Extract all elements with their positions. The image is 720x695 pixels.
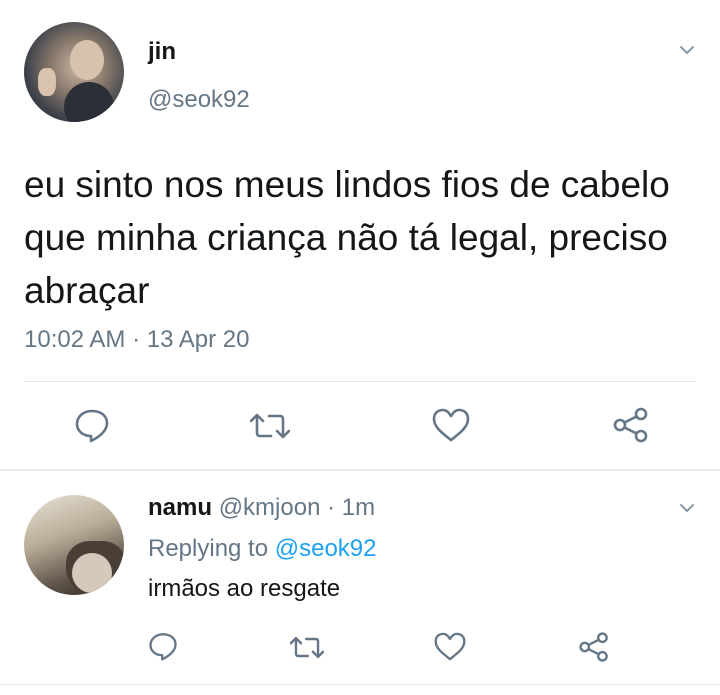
replying-mention[interactable]: @seok92 (275, 535, 377, 562)
reply-time: · 1m (327, 494, 376, 521)
share-icon (579, 632, 608, 662)
replying-prefix: Replying to (148, 535, 269, 562)
display-name[interactable]: jin (148, 38, 176, 66)
heart-icon (432, 408, 470, 442)
reply-button[interactable] (74, 407, 110, 443)
share-icon (613, 407, 648, 443)
tweet-text: eu sinto nos meus lindos fios de cabelo … (24, 164, 670, 311)
divider (24, 381, 696, 382)
avatar[interactable] (24, 22, 124, 122)
reply-avatar[interactable] (24, 495, 124, 595)
replying-to: Replying to @seok92 (148, 535, 377, 563)
reply-text: irmãos ao resgate (148, 575, 341, 602)
tweet-timestamp[interactable]: 10:02 AM · 13 Apr 20 (24, 326, 249, 354)
reply-display-name[interactable]: namu (148, 494, 212, 521)
retweet-icon (290, 636, 324, 659)
reply-like-button[interactable] (434, 632, 466, 661)
share-button[interactable] (612, 406, 650, 444)
retweet-icon (250, 413, 290, 439)
reply-reply-button[interactable] (148, 631, 178, 661)
reply-header: namu @kmjoon · 1m (148, 494, 375, 522)
bottom-divider (0, 684, 720, 685)
reply-share-button[interactable] (578, 631, 610, 663)
like-button[interactable] (432, 408, 470, 442)
retweet-button[interactable] (250, 409, 290, 443)
heart-icon (434, 632, 466, 661)
reply-handle[interactable]: @kmjoon (219, 494, 321, 521)
reply-icon (75, 409, 109, 443)
chevron-down-icon[interactable] (679, 42, 695, 58)
chevron-down-icon[interactable] (679, 500, 695, 516)
reply-retweet-button[interactable] (290, 633, 324, 662)
section-divider (0, 469, 720, 471)
user-handle[interactable]: @seok92 (148, 86, 250, 114)
reply-icon (149, 633, 177, 661)
